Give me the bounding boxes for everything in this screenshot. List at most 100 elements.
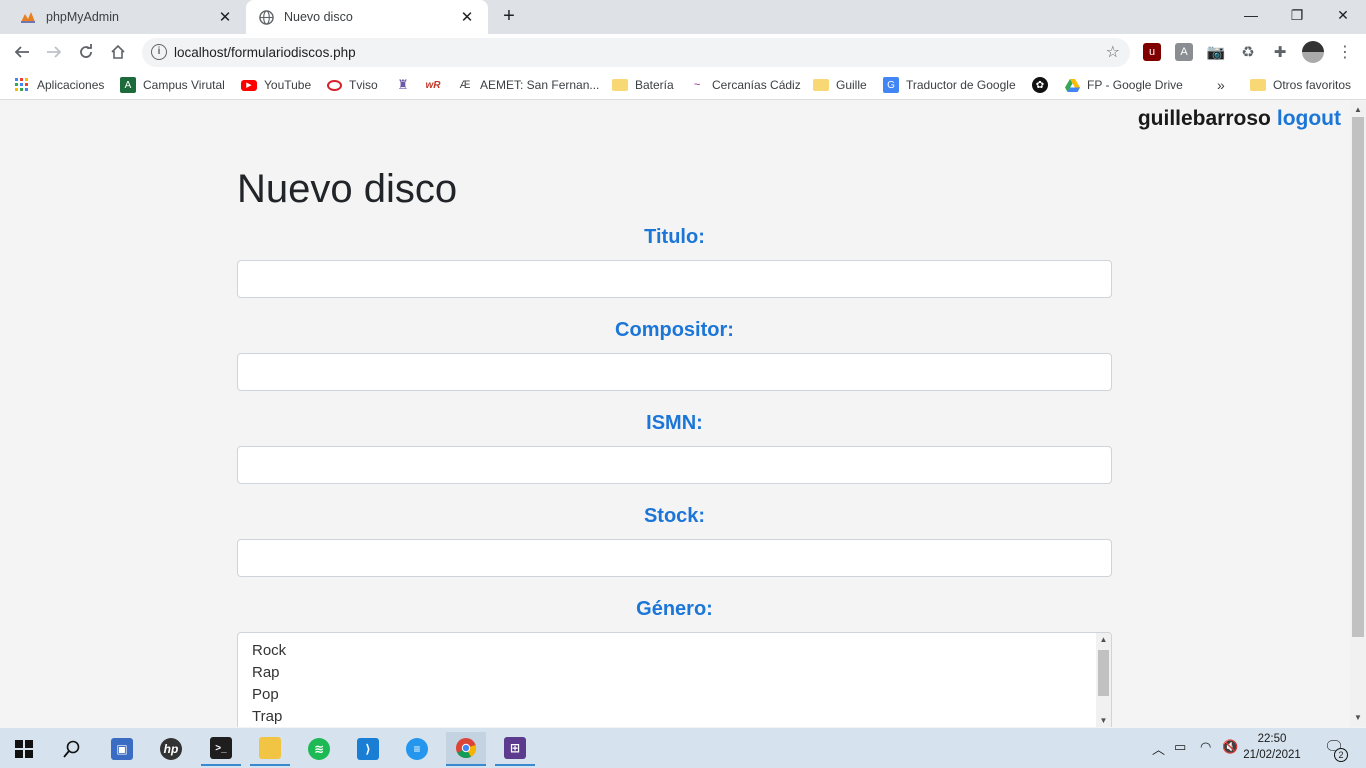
- system-clock[interactable]: 22:50 21/02/2021: [1242, 731, 1302, 763]
- bookmark-aemet[interactable]: Æ AEMET: San Fernan...: [457, 76, 600, 94]
- logout-link[interactable]: logout: [1277, 107, 1341, 130]
- taskbar-docker[interactable]: ≡: [397, 732, 437, 766]
- search-button[interactable]: [52, 732, 92, 766]
- camera-icon[interactable]: 📷: [1207, 43, 1226, 61]
- bookmark-youtube[interactable]: ▶ YouTube: [241, 76, 311, 94]
- genero-select[interactable]: Rock Rap Pop Trap ▲ ▼: [237, 632, 1112, 727]
- page-scrollbar[interactable]: ▲ ▼: [1350, 101, 1366, 727]
- bookmark-aplicaciones[interactable]: Aplicaciones: [14, 76, 104, 94]
- crest-icon: ♜: [397, 77, 409, 92]
- tab-title: phpMyAdmin: [46, 10, 119, 24]
- bookmark-otros-favoritos[interactable]: Otros favoritos: [1250, 76, 1351, 94]
- compositor-input[interactable]: [237, 353, 1112, 391]
- scroll-down-arrow-icon[interactable]: ▼: [1350, 713, 1366, 722]
- bookmark-google-drive[interactable]: FP - Google Drive: [1064, 76, 1183, 94]
- listbox-scroll-thumb[interactable]: [1098, 650, 1109, 696]
- renfe-icon: ~: [693, 79, 701, 91]
- forward-icon[interactable]: [42, 40, 66, 64]
- xampp-icon: ⊞: [504, 737, 526, 759]
- clock-time: 22:50: [1257, 733, 1287, 745]
- bookmark-traductor[interactable]: G Traductor de Google: [883, 76, 1016, 94]
- bookmark-bateria[interactable]: Batería: [612, 76, 674, 94]
- scroll-up-arrow-icon[interactable]: ▲: [1096, 635, 1111, 644]
- taskbar-vscode[interactable]: ⟩: [348, 732, 388, 766]
- taskbar-network-app[interactable]: ▣: [102, 732, 142, 766]
- genre-option[interactable]: Pop: [252, 686, 279, 703]
- apps-grid-icon: [14, 77, 30, 93]
- url-text: localhost/formulariodiscos.php: [174, 45, 356, 60]
- profile-avatar[interactable]: [1302, 41, 1324, 63]
- new-tab-button[interactable]: +: [498, 6, 520, 28]
- home-icon[interactable]: [106, 40, 130, 64]
- taskbar-hp-app[interactable]: hp: [151, 732, 191, 766]
- volume-muted-icon[interactable]: 🔇: [1222, 739, 1238, 755]
- chrome-icon: [456, 738, 477, 759]
- menu-kebab-icon[interactable]: ⋮: [1336, 43, 1354, 61]
- extensions-puzzle-icon[interactable]: ✚: [1271, 43, 1289, 61]
- bookmark-campus-virutal[interactable]: A Campus Virutal: [120, 76, 225, 94]
- folder-icon: [259, 737, 281, 759]
- vscode-icon: ⟩: [357, 738, 379, 760]
- taskbar-terminal[interactable]: >_: [201, 732, 241, 766]
- taskbar-xampp[interactable]: ⊞: [495, 732, 535, 766]
- bookmarks-bar: Aplicaciones A Campus Virutal ▶ YouTube …: [0, 70, 1366, 100]
- reload-icon[interactable]: [74, 40, 98, 64]
- taskbar: ▣ hp >_ ≋ ⟩ ≡ ⊞ ︿ ▭ ◠ 🔇 22:50 21/02/2021…: [0, 728, 1366, 768]
- titulo-input[interactable]: [237, 260, 1112, 298]
- bookmark-openai[interactable]: ✿: [1032, 76, 1055, 94]
- tab-nuevo-disco[interactable]: Nuevo disco ✕: [246, 0, 488, 34]
- close-icon[interactable]: ✕: [458, 8, 476, 26]
- wordreference-icon: wR: [425, 79, 441, 91]
- scroll-down-arrow-icon[interactable]: ▼: [1096, 716, 1111, 725]
- youtube-icon: ▶: [241, 79, 257, 91]
- stock-label: Stock:: [643, 505, 706, 527]
- genre-option[interactable]: Trap: [252, 708, 282, 725]
- ismn-label: ISMN:: [646, 412, 703, 434]
- bookmark-wordreference[interactable]: wR: [425, 76, 448, 94]
- translate-icon: G: [883, 77, 899, 93]
- stock-input[interactable]: [237, 539, 1112, 577]
- bookmark-star-icon[interactable]: ☆: [1106, 42, 1120, 62]
- tab-title: Nuevo disco: [284, 10, 353, 24]
- page-content: guillebarroso logout Nuevo disco Titulo: …: [0, 101, 1350, 727]
- browser-toolbar: i localhost/formulariodiscos.php ☆ u A 📷…: [0, 34, 1366, 70]
- bookmark-tviso[interactable]: Tviso: [327, 76, 378, 94]
- bookmark-guille[interactable]: Guille: [813, 76, 867, 94]
- info-icon[interactable]: i: [151, 44, 167, 60]
- restore-icon[interactable]: ❐: [1274, 0, 1320, 30]
- terminal-icon: >_: [210, 737, 232, 759]
- genre-option[interactable]: Rock: [252, 642, 286, 659]
- genre-option[interactable]: Rap: [252, 664, 280, 681]
- show-hidden-icons-chevron-icon[interactable]: ︿: [1152, 739, 1165, 758]
- more-bookmarks-chevron-icon[interactable]: »: [1217, 76, 1225, 94]
- taskbar-chrome[interactable]: [446, 732, 486, 766]
- battery-icon[interactable]: ▭: [1174, 739, 1186, 755]
- listbox-scrollbar[interactable]: ▲ ▼: [1096, 633, 1111, 727]
- minimize-icon[interactable]: —: [1228, 0, 1274, 30]
- page-scroll-thumb[interactable]: [1352, 117, 1364, 637]
- close-icon[interactable]: ✕: [216, 8, 234, 26]
- aemet-icon: Æ: [459, 79, 471, 91]
- bookmark-cercanias-cadiz[interactable]: ~ Cercanías Cádiz: [689, 76, 801, 94]
- openai-icon: ✿: [1032, 77, 1048, 93]
- ublock-icon[interactable]: u: [1143, 43, 1161, 61]
- recycle-icon[interactable]: ♻: [1239, 43, 1257, 61]
- back-icon[interactable]: [10, 40, 34, 64]
- window-close-icon[interactable]: ✕: [1320, 0, 1366, 30]
- globe-icon: [258, 9, 274, 25]
- clock-date: 21/02/2021: [1243, 749, 1301, 761]
- pdf-extension-icon[interactable]: A: [1175, 43, 1193, 61]
- wifi-icon[interactable]: ◠: [1200, 739, 1211, 755]
- ismn-input[interactable]: [237, 446, 1112, 484]
- start-button[interactable]: [4, 732, 44, 766]
- scroll-up-arrow-icon[interactable]: ▲: [1350, 105, 1366, 114]
- tab-phpmyadmin[interactable]: phpMyAdmin ✕: [8, 0, 246, 34]
- tviso-icon: [327, 79, 342, 91]
- address-bar[interactable]: i localhost/formulariodiscos.php ☆: [142, 38, 1130, 67]
- compositor-label: Compositor:: [615, 319, 734, 341]
- user-bar: guillebarroso logout: [1138, 107, 1341, 131]
- taskbar-spotify[interactable]: ≋: [299, 732, 339, 766]
- bookmark-crest[interactable]: ♜: [395, 76, 418, 94]
- taskbar-file-explorer[interactable]: [250, 732, 290, 766]
- drive-icon: [1064, 77, 1080, 93]
